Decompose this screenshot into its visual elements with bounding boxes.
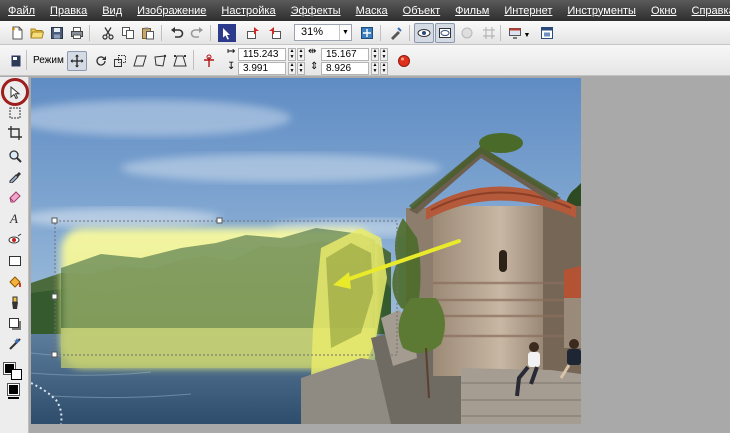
correct-icon[interactable] [387,24,405,42]
x-position-spinner-lock[interactable]: ▲ ▼ [297,48,305,61]
x-position-field[interactable]: 115.243 [238,48,286,61]
fit-icon[interactable] [358,24,376,42]
color-swatches[interactable] [3,360,27,400]
height-icon: ⇕ [310,61,319,72]
crop-tool-icon[interactable] [6,124,23,141]
mask-tool-icon[interactable] [6,104,23,121]
menu-bar: Файл Правка Вид Изображение Настройка Эф… [0,0,730,21]
window-icon[interactable] [538,24,556,42]
cut-icon[interactable] [99,24,117,42]
menu-movie[interactable]: Фильм [447,5,496,17]
toolbar-separator [380,25,381,41]
perspective-mode-icon[interactable] [171,52,189,70]
svg-text:A: A [9,211,18,225]
height-spinner[interactable]: ▲ ▼ [371,62,379,75]
menu-object[interactable]: Объект [395,5,447,17]
menu-window[interactable]: Окно [643,5,684,17]
undo-icon[interactable] [168,24,186,42]
eraser-tool-icon[interactable] [6,187,23,204]
view-mode-icon[interactable] [414,23,434,43]
height-field[interactable]: 8.926 [321,62,369,75]
menu-tools[interactable]: Инструменты [559,5,643,17]
width-icon: ⇹ [308,46,317,57]
width-field[interactable]: 15.167 [321,48,369,61]
menu-web[interactable]: Интернет [496,5,559,17]
clone-tool-icon[interactable] [6,294,23,311]
x-position-icon: ↦ [227,46,236,57]
grid-icon[interactable] [480,24,498,42]
app-window: Файл Правка Вид Изображение Настройка Эф… [0,0,730,433]
width-spinner-lock[interactable]: ▲ ▼ [380,48,388,61]
chevron-down-icon[interactable]: ▼ [522,26,532,44]
width-spinner[interactable]: ▲ ▼ [371,48,379,61]
toolbar-separator [89,25,90,41]
toolbar-separator [26,50,27,70]
y-position-icon: ↧ [227,61,236,72]
red-eye-tool-icon[interactable] [6,231,23,248]
fill-color-swatch[interactable] [7,383,20,396]
rotate-mode-icon[interactable] [92,52,110,70]
toolbar-separator [193,50,194,70]
mask-icon[interactable] [458,24,476,42]
y-position-spinner[interactable]: ▲ ▼ [288,62,296,75]
skew-mode-icon[interactable] [131,52,149,70]
move-mode-icon[interactable] [67,51,87,71]
menu-view[interactable]: Вид [94,5,129,17]
menu-image[interactable]: Изображение [129,5,213,17]
copy-icon[interactable] [119,24,137,42]
distort-mode-icon[interactable] [151,52,169,70]
menu-effects[interactable]: Эффекты [283,5,348,17]
toolbar-separator [210,25,211,41]
x-position-spinner[interactable]: ▲ ▼ [288,48,296,61]
mode-label: Режим [33,55,64,66]
effect-tool-icon[interactable] [6,335,23,352]
new-document-icon[interactable] [8,24,26,42]
menu-edit[interactable]: Правка [42,5,94,17]
export-icon[interactable] [266,24,284,42]
zoom-dropdown[interactable]: 31% ▼ [294,24,352,41]
reset-icon[interactable] [395,52,413,70]
anchor-icon[interactable] [200,52,218,70]
y-position-spinner-lock[interactable]: ▲ ▼ [297,62,305,75]
toolbar-separator [409,25,410,41]
zoom-tool-icon[interactable] [6,147,23,164]
menu-help[interactable]: Справка [684,5,730,17]
launch-icon[interactable] [218,24,236,42]
rectangle-tool-icon[interactable] [6,252,23,269]
menu-mask[interactable]: Маска [348,5,395,17]
print-icon[interactable] [68,24,86,42]
secondary-color-swatch[interactable] [11,369,22,380]
chevron-down-icon[interactable]: ▼ [339,25,351,40]
redo-icon[interactable] [188,24,206,42]
zoom-value: 31% [301,26,324,38]
photo-image [31,78,581,424]
fill-tool-icon[interactable] [6,273,23,290]
pick-tool-icon[interactable] [6,84,23,101]
open-icon[interactable] [28,24,46,42]
text-tool-icon[interactable]: A [6,209,23,226]
eyedropper-tool-icon[interactable] [6,167,23,184]
toolbox-toggle-icon[interactable] [7,52,25,70]
y-position-field[interactable]: 3.991 [238,62,286,75]
import-icon[interactable] [244,24,262,42]
save-icon[interactable] [48,24,66,42]
fill-bg-swatch[interactable] [8,397,19,399]
height-spinner-lock[interactable]: ▲ ▼ [380,62,388,75]
toolbar-separator [161,25,162,41]
scale-mode-icon[interactable] [111,52,129,70]
shadow-tool-icon[interactable] [6,315,23,332]
toolbar-separator [500,25,501,41]
display-mode-icon[interactable] [435,23,455,43]
menu-adjust[interactable]: Настройка [213,5,282,17]
menu-file[interactable]: Файл [0,5,42,17]
paste-icon[interactable] [139,24,157,42]
